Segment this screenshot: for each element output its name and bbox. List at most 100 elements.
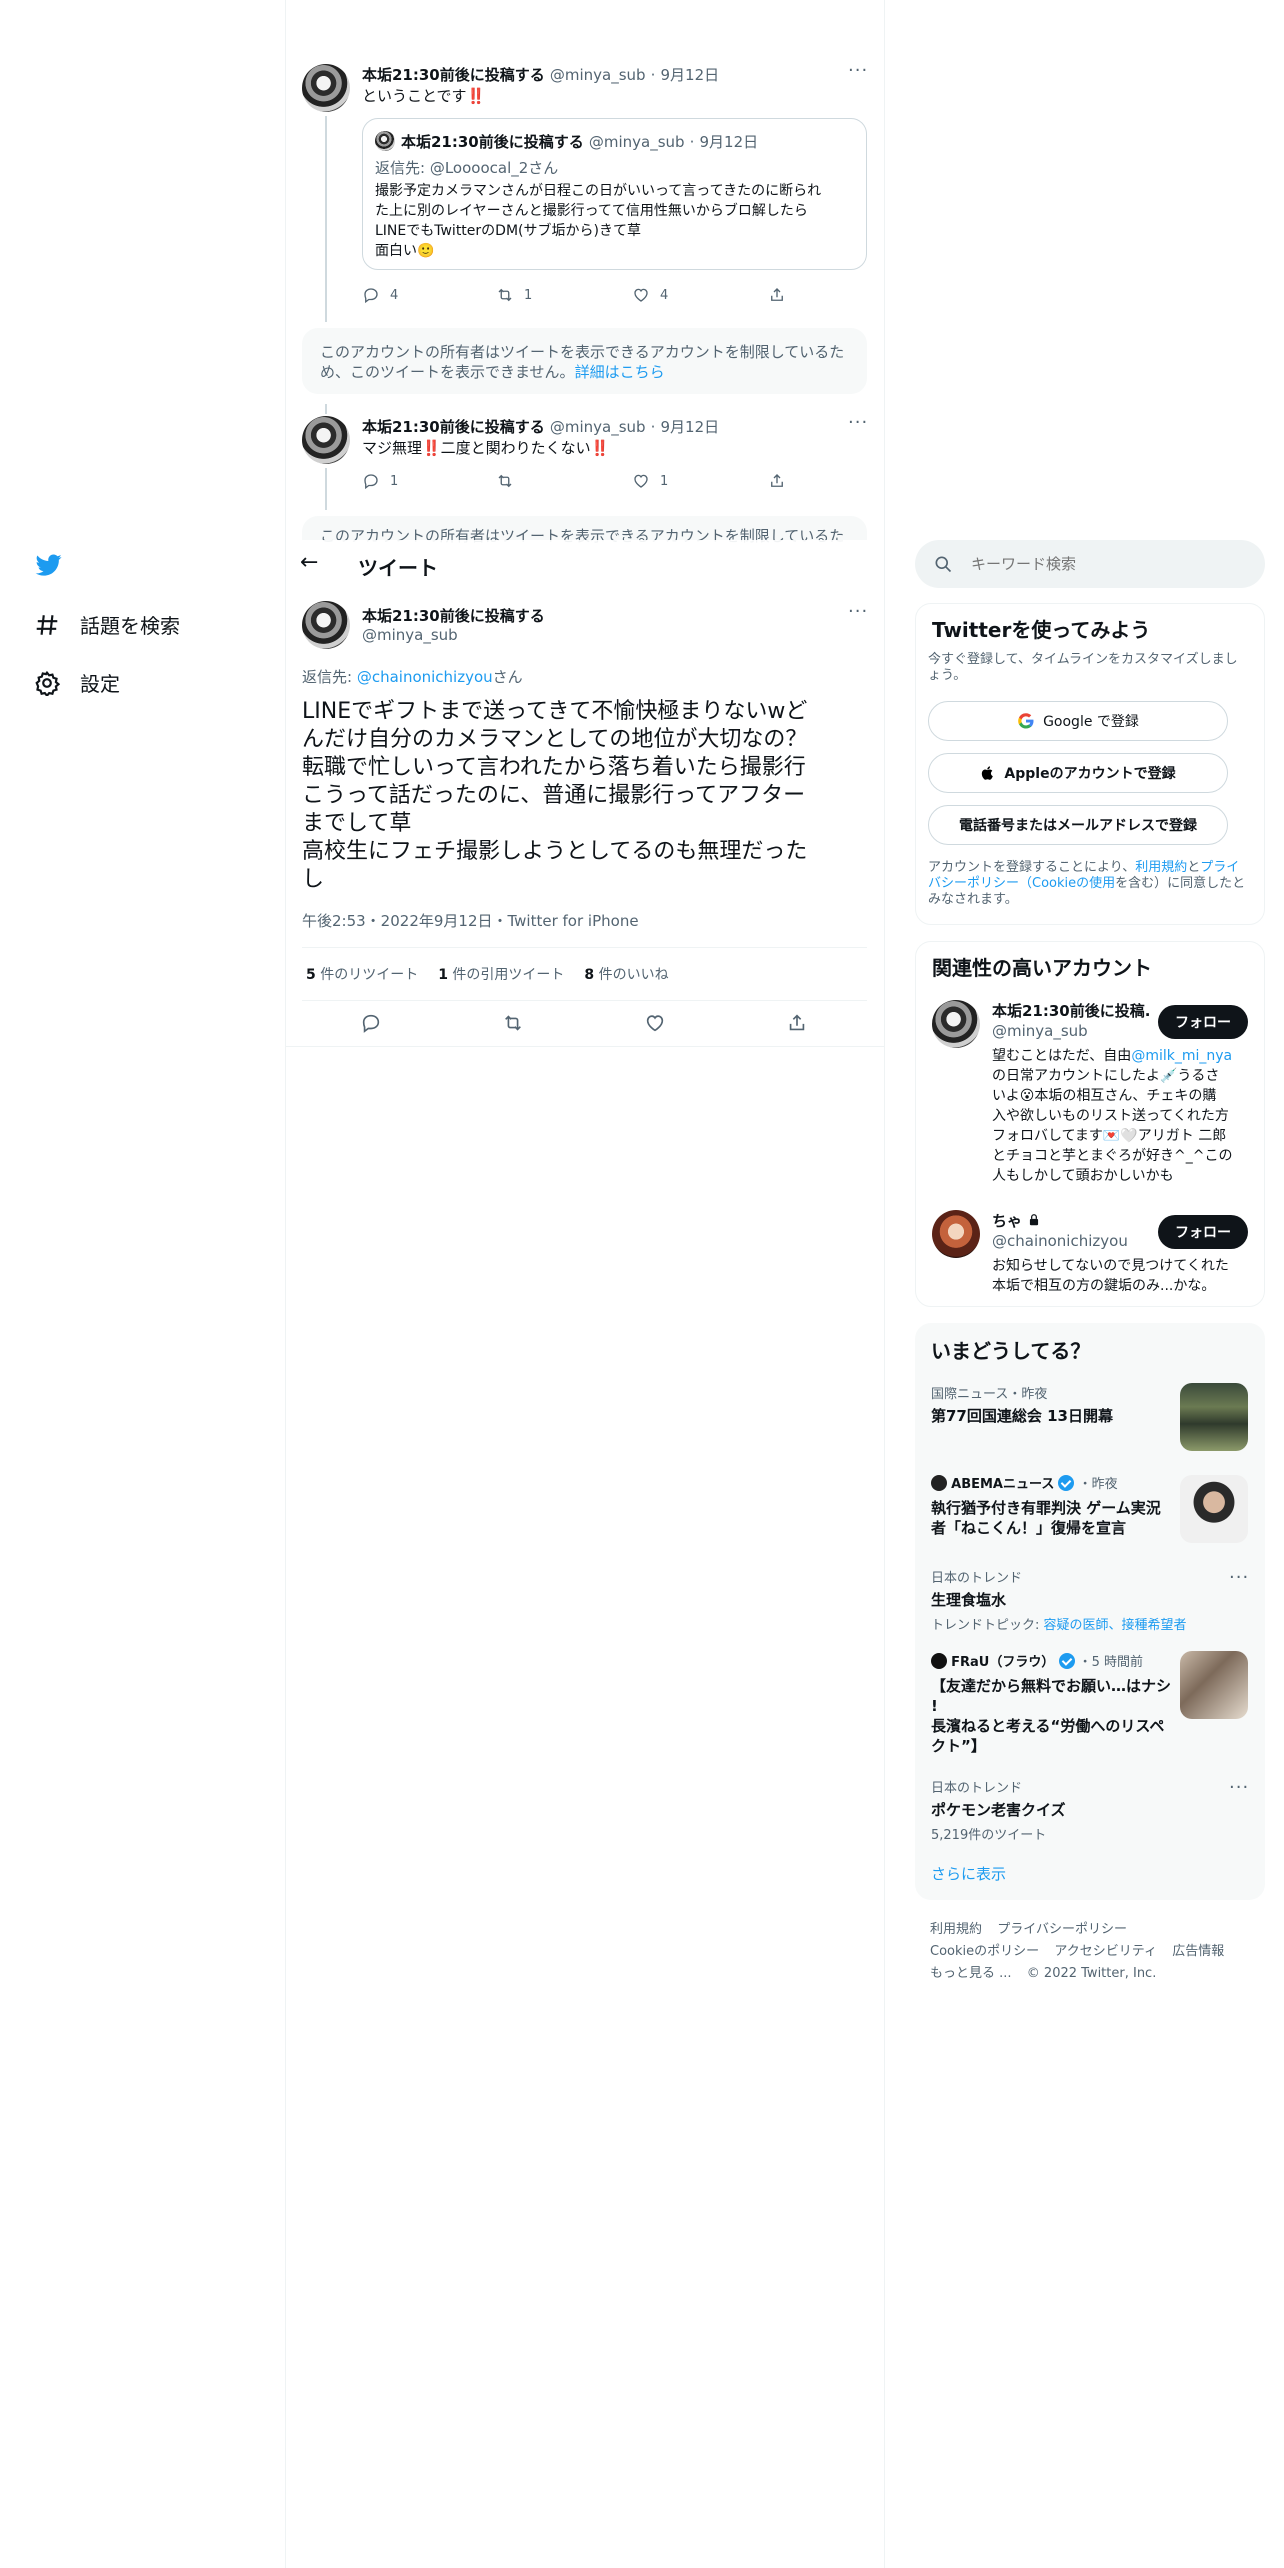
trend-title: 【友達だから無料でお願い…はナシ ! 長濱ねると考える“労働へのリスペ クト”】: [931, 1676, 1176, 1756]
search-bar[interactable]: [915, 540, 1265, 588]
thread-connector: [325, 404, 327, 414]
follow-button[interactable]: フォロー: [1158, 1005, 1248, 1039]
show-more-link[interactable]: さらに表示: [931, 1863, 1006, 1884]
share-button[interactable]: [768, 472, 786, 490]
terms-link[interactable]: 利用規約: [1135, 860, 1187, 875]
nav-item-explore[interactable]: 話題を検索: [34, 610, 180, 639]
author-handle[interactable]: @minya_sub: [550, 418, 646, 436]
tweet-timestamp[interactable]: 午後2:53・2022年9月12日・Twitter for iPhone: [302, 910, 639, 931]
tweet-header: 本垢21:30前後に投稿する @minya_sub · 9月12日: [362, 416, 719, 437]
quotes-label: 件の引用ツイート: [452, 967, 565, 983]
search-input[interactable]: [971, 552, 1251, 576]
google-signup-button[interactable]: Google で登録: [928, 701, 1228, 741]
likes-stat[interactable]: 8 件のいいね: [584, 964, 668, 984]
verified-badge-icon: [1058, 1475, 1075, 1491]
author-handle[interactable]: @minya_sub: [362, 626, 458, 644]
source-avatar: [931, 1653, 947, 1669]
signup-terms: アカウントを登録することにより、利用規約とプライ バシーポリシー（Cookieの…: [928, 860, 1245, 908]
trend-category: 日本のトレンド: [931, 1571, 1023, 1586]
account-name-row: ちゃ: [992, 1210, 1041, 1231]
share-button[interactable]: [786, 1012, 808, 1034]
footer-accessibility-link[interactable]: アクセシビリティ: [1054, 1944, 1157, 1959]
retweets-label: 件のリツイート: [320, 967, 419, 983]
author-name[interactable]: 本垢21:30前後に投稿する: [362, 418, 545, 436]
trend-item[interactable]: ABEMAニュース ・昨夜 執行猶予付き有罪判決 ゲーム実況 者「ねこくん！」復…: [931, 1473, 1171, 1538]
trend-item[interactable]: FRaU（フラウ） ・5 時間前 【友達だから無料でお願い…はナシ ! 長濱ねる…: [931, 1651, 1176, 1756]
reply-button[interactable]: [360, 1012, 382, 1034]
trend-item[interactable]: 日本のトレンド 生理食塩水 トレンドトピック: 容疑の医師、接種希望者: [931, 1567, 1251, 1633]
like-button[interactable]: [644, 1012, 666, 1034]
quoted-author-handle: @minya_sub: [588, 133, 685, 151]
terms-text: アカウントを登録することにより、: [928, 860, 1136, 875]
avatar[interactable]: [302, 64, 350, 112]
footer-more-link[interactable]: もっと見る ...: [930, 1966, 1012, 1981]
privacy-link[interactable]: バシーポリシー（Cookieの使用: [928, 876, 1115, 891]
bio-mention-link[interactable]: @milk_mi_nya: [1131, 1048, 1232, 1064]
reply-button[interactable]: 4: [362, 286, 398, 304]
trend-category: 日本のトレンド: [931, 1781, 1023, 1796]
terms-text: みなされます。: [928, 892, 1018, 907]
avatar[interactable]: [302, 416, 350, 464]
share-icon: [771, 474, 783, 487]
trend-item[interactable]: 日本のトレンド ポケモン老害クイズ 5,219件のツイート: [931, 1777, 1251, 1843]
tweet-date[interactable]: 9月12日: [661, 66, 720, 84]
back-button[interactable]: ←: [300, 550, 318, 575]
footer-ads-link[interactable]: 広告情報: [1172, 1944, 1224, 1959]
author-name[interactable]: 本垢21:30前後に投稿する: [362, 605, 545, 626]
reply-to-suffix: さん: [492, 668, 523, 686]
account-handle[interactable]: @chainonichizyou: [992, 1232, 1128, 1250]
retweets-stat[interactable]: 5 件のリツイート: [306, 964, 418, 984]
signup-subtitle-line: ょう。: [928, 668, 967, 683]
reply-button[interactable]: 1: [362, 472, 398, 490]
trend-topic-links[interactable]: 容疑の医師、接種希望者: [1044, 1618, 1187, 1633]
author-name[interactable]: 本垢21:30前後に投稿する: [362, 66, 545, 84]
trend-title: 執行猶予付き有罪判決 ゲーム実況 者「ねこくん！」復帰を宣言: [931, 1498, 1171, 1538]
like-button[interactable]: 1: [632, 472, 668, 490]
retweet-button[interactable]: 1: [496, 286, 532, 304]
avatar[interactable]: [932, 1210, 980, 1258]
quotes-count: 1: [438, 967, 448, 983]
nav-item-settings[interactable]: 設定: [34, 668, 120, 697]
quoted-avatar: [375, 131, 395, 151]
account-handle[interactable]: @minya_sub: [992, 1022, 1088, 1040]
reply-count: 1: [390, 473, 399, 489]
twitter-logo[interactable]: [34, 552, 64, 578]
more-options-icon[interactable]: ···: [848, 60, 868, 81]
apple-signup-button[interactable]: Appleのアカウントで登録: [928, 753, 1228, 793]
account-bio: 望むことはただ、自由@milk_mi_nya の日常アカウントにしたよ💉うるさ …: [992, 1046, 1232, 1186]
footer-terms-link[interactable]: 利用規約: [930, 1922, 982, 1937]
reply-icon: [362, 1014, 380, 1033]
more-options-icon[interactable]: ···: [848, 412, 868, 433]
quoted-tweet-card[interactable]: 本垢21:30前後に投稿する @minya_sub · 9月12日 返信先: @…: [362, 118, 867, 270]
account-name[interactable]: ちゃ: [992, 1212, 1022, 1230]
retweet-button[interactable]: [496, 472, 514, 490]
more-options-icon[interactable]: ···: [1229, 1777, 1249, 1798]
retweet-button[interactable]: [502, 1012, 524, 1034]
more-options-icon[interactable]: ···: [1229, 1567, 1249, 1588]
footer-privacy-link[interactable]: プライバシーポリシー: [997, 1922, 1127, 1937]
trend-topic: トレンドトピック: 容疑の医師、接種希望者: [931, 1614, 1251, 1633]
footer-cookie-link[interactable]: Cookieのポリシー: [930, 1944, 1039, 1959]
signup-panel: Twitterを使ってみよう 今すぐ登録して、タイムラインをカスタマイズしまし …: [915, 603, 1265, 925]
separator: ·: [689, 133, 695, 151]
divider: [302, 1000, 867, 1001]
share-button[interactable]: [768, 286, 786, 304]
trend-tweet-count: 5,219件のツイート: [931, 1828, 1047, 1843]
quotes-stat[interactable]: 1 件の引用ツイート: [438, 964, 564, 984]
account-name[interactable]: 本垢21:30前後に投稿...: [992, 1000, 1152, 1021]
avatar[interactable]: [302, 601, 350, 649]
more-options-icon[interactable]: ···: [848, 601, 868, 622]
phone-email-signup-button[interactable]: 電話番号またはメールアドレスで登録: [928, 805, 1228, 845]
learn-more-link[interactable]: 詳細はこちら: [575, 363, 665, 381]
like-button[interactable]: 4: [632, 286, 668, 304]
follow-button[interactable]: フォロー: [1158, 1215, 1248, 1249]
avatar[interactable]: [932, 1000, 980, 1048]
reply-to-link[interactable]: @chainonichizyou: [357, 668, 493, 686]
trend-title-line: 執行猶予付き有罪判決 ゲーム実況: [931, 1499, 1161, 1517]
trend-title-line: 者「ねこくん！」復帰を宣言: [931, 1519, 1127, 1537]
author-handle[interactable]: @minya_sub: [550, 66, 646, 84]
tweet-date[interactable]: 9月12日: [661, 418, 720, 436]
quoted-date: 9月12日: [699, 133, 759, 151]
privacy-link[interactable]: プライ: [1200, 860, 1239, 875]
twitter-bird-icon: [35, 554, 62, 576]
